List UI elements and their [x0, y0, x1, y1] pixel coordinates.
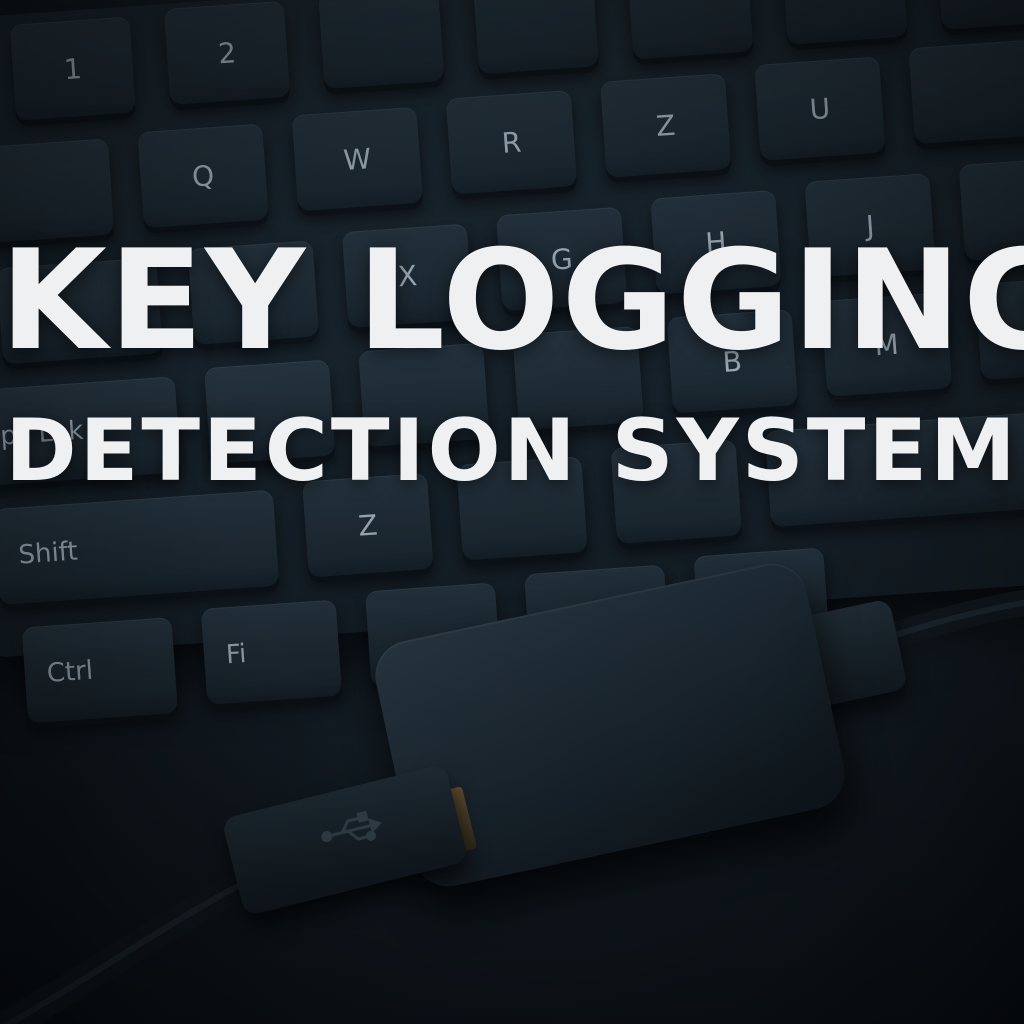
- title-subtitle: DETECTION SYSTEM: [5, 401, 1019, 501]
- title-main: KEY LOGGING: [0, 220, 1024, 381]
- scene: 1 2 U Q W R Z U A X G H J ps Lok B M M S…: [0, 0, 1024, 1024]
